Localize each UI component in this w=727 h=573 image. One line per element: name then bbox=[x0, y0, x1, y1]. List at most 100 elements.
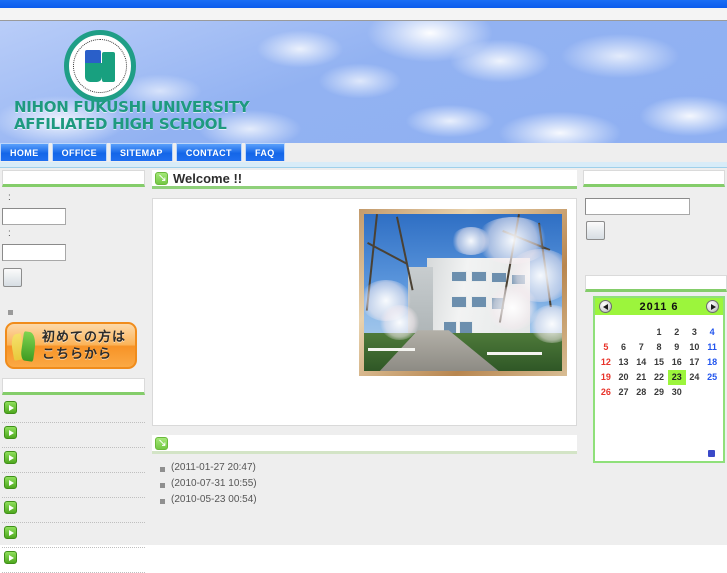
calendar-day-1[interactable]: 1 bbox=[650, 325, 668, 340]
calendar-day-21[interactable]: 21 bbox=[632, 370, 650, 385]
calendar-day-5[interactable]: 5 bbox=[597, 340, 615, 355]
first-time-visitor-banner[interactable]: 初めての方は こちらから bbox=[5, 322, 137, 369]
chevron-left-icon[interactable] bbox=[599, 300, 612, 313]
green-arrow-down-right-icon bbox=[155, 171, 168, 185]
crest-emblem bbox=[85, 50, 115, 82]
browser-chrome-strip bbox=[0, 8, 727, 21]
top-accent-bar bbox=[0, 0, 727, 8]
calendar-day-23[interactable]: 23 bbox=[667, 370, 686, 385]
right-sidebar: 2011 6 1 2 3 4 5 6 7 8 9 10 11 12 13 14 15 16 17 18 19 20 21… bbox=[583, 170, 727, 463]
calendar-day-10[interactable]: 10 bbox=[686, 340, 704, 355]
sidebar-menu-item-3[interactable] bbox=[2, 448, 145, 473]
login-panel-title bbox=[3, 171, 7, 183]
sidebar-menu-item-1[interactable] bbox=[2, 398, 145, 423]
calendar-header: 2011 6 bbox=[595, 298, 723, 316]
calendar-day-17[interactable]: 17 bbox=[686, 355, 704, 370]
username-label: : bbox=[8, 192, 11, 203]
calendar-cell-empty bbox=[615, 325, 633, 340]
school-photo bbox=[364, 214, 562, 371]
banner-text: 初めての方は こちらから bbox=[42, 329, 126, 363]
sidebar-menu-item-5[interactable] bbox=[2, 498, 145, 523]
nav-item-sitemap[interactable]: SITEMAP bbox=[110, 143, 173, 161]
sidebar-menu-item-2[interactable] bbox=[2, 423, 145, 448]
calendar-day-29[interactable]: 29 bbox=[650, 385, 668, 400]
calendar-day-13[interactable]: 13 bbox=[615, 355, 633, 370]
search-input[interactable] bbox=[585, 198, 690, 215]
password-input[interactable] bbox=[2, 244, 66, 261]
page-root: NIHON FUKUSHI UNIVERSITY AFFILIATED HIGH… bbox=[0, 0, 727, 573]
crest-block-u bbox=[85, 63, 102, 82]
school-name: NIHON FUKUSHI UNIVERSITY AFFILIATED HIGH… bbox=[14, 99, 354, 133]
login-panel-heading bbox=[2, 170, 145, 187]
login-submit-button[interactable] bbox=[3, 268, 22, 287]
calendar-day-11[interactable]: 11 bbox=[703, 340, 721, 355]
calendar-day-8[interactable]: 8 bbox=[650, 340, 668, 355]
calendar-cell-empty bbox=[597, 325, 615, 340]
news-list: (2011-01-27 20:47) (2010-07-31 10:55) (2… bbox=[152, 462, 577, 510]
calendar-day-19[interactable]: 19 bbox=[597, 370, 615, 385]
nav-underline bbox=[0, 162, 727, 168]
calendar-day-7[interactable]: 7 bbox=[632, 340, 650, 355]
sidebar-menu-list bbox=[2, 398, 145, 573]
calendar-day-28[interactable]: 28 bbox=[632, 385, 650, 400]
green-arrow-icon bbox=[4, 426, 17, 439]
bullet-icon bbox=[160, 483, 165, 488]
calendar-title: 2011 6 bbox=[639, 300, 679, 313]
crest-block-green bbox=[102, 52, 115, 82]
calendar-day-25[interactable]: 25 bbox=[703, 370, 721, 385]
calendar-day-20[interactable]: 20 bbox=[615, 370, 633, 385]
green-arrow-icon bbox=[4, 501, 17, 514]
bullet-icon bbox=[160, 499, 165, 504]
page-title: Welcome !! bbox=[173, 171, 243, 186]
sidebar-bullet-marker bbox=[8, 310, 13, 315]
bullet-icon bbox=[160, 467, 165, 472]
news-item[interactable]: (2010-05-23 00:54) bbox=[152, 494, 577, 510]
sidebar-menu-item-6[interactable] bbox=[2, 523, 145, 548]
calendar-day-24[interactable]: 24 bbox=[686, 370, 704, 385]
calendar-day-15[interactable]: 15 bbox=[650, 355, 668, 370]
news-heading bbox=[152, 435, 577, 454]
calendar-day-16[interactable]: 16 bbox=[668, 355, 686, 370]
calendar-footer-icon bbox=[708, 450, 715, 457]
calendar-day-14[interactable]: 14 bbox=[632, 355, 650, 370]
news-date: (2010-07-31 10:55) bbox=[171, 478, 257, 489]
calendar-day-2[interactable]: 2 bbox=[668, 325, 686, 340]
nav-item-home[interactable]: HOME bbox=[0, 143, 49, 161]
sprout-icon bbox=[9, 330, 37, 362]
green-arrow-icon bbox=[4, 551, 17, 564]
calendar-day-26[interactable]: 26 bbox=[597, 385, 615, 400]
calendar-grid: 1 2 3 4 5 6 7 8 9 10 11 12 13 14 15 16 17 18 19 20 21 22 23 24 2… bbox=[595, 316, 723, 400]
main-content: Welcome !! bbox=[152, 170, 577, 510]
nav-item-office[interactable]: OFFICE bbox=[51, 143, 108, 161]
calendar-day-4[interactable]: 4 bbox=[703, 325, 721, 340]
calendar-day-27[interactable]: 27 bbox=[615, 385, 633, 400]
news-date: (2010-05-23 00:54) bbox=[171, 494, 257, 505]
username-input[interactable] bbox=[2, 208, 66, 225]
password-label: : bbox=[8, 228, 11, 239]
news-item[interactable]: (2010-07-31 10:55) bbox=[152, 478, 577, 494]
search-panel-title bbox=[584, 171, 588, 183]
school-name-line1: NIHON FUKUSHI UNIVERSITY bbox=[14, 98, 250, 116]
calendar-day-9[interactable]: 9 bbox=[668, 340, 686, 355]
school-name-line2: AFFILIATED HIGH SCHOOL bbox=[14, 115, 227, 133]
nav-item-contact[interactable]: CONTACT bbox=[175, 143, 242, 161]
welcome-heading: Welcome !! bbox=[152, 170, 577, 189]
calendar-day-3[interactable]: 3 bbox=[686, 325, 704, 340]
calendar-day-18[interactable]: 18 bbox=[703, 355, 721, 370]
news-item[interactable]: (2011-01-27 20:47) bbox=[152, 462, 577, 478]
calendar-day-30[interactable]: 30 bbox=[668, 385, 686, 400]
chevron-right-icon[interactable] bbox=[706, 300, 719, 313]
calendar-widget: 2011 6 1 2 3 4 5 6 7 8 9 10 11 12 13 14 15 16 17 18 19 20 21… bbox=[593, 296, 725, 463]
nav-item-faq[interactable]: FAQ bbox=[244, 143, 285, 161]
sidebar-menu-item-4[interactable] bbox=[2, 473, 145, 498]
calendar-day-12[interactable]: 12 bbox=[597, 355, 615, 370]
search-button[interactable] bbox=[586, 221, 605, 240]
calendar-cell-empty bbox=[632, 325, 650, 340]
menu-panel-heading bbox=[2, 378, 145, 395]
green-arrow-down-right-icon bbox=[155, 436, 168, 450]
green-arrow-icon bbox=[4, 401, 17, 414]
sidebar-menu-item-7[interactable] bbox=[2, 548, 145, 573]
calendar-day-22[interactable]: 22 bbox=[650, 370, 668, 385]
left-sidebar: : : 初めての方は こちらから bbox=[0, 170, 147, 573]
calendar-day-6[interactable]: 6 bbox=[615, 340, 633, 355]
